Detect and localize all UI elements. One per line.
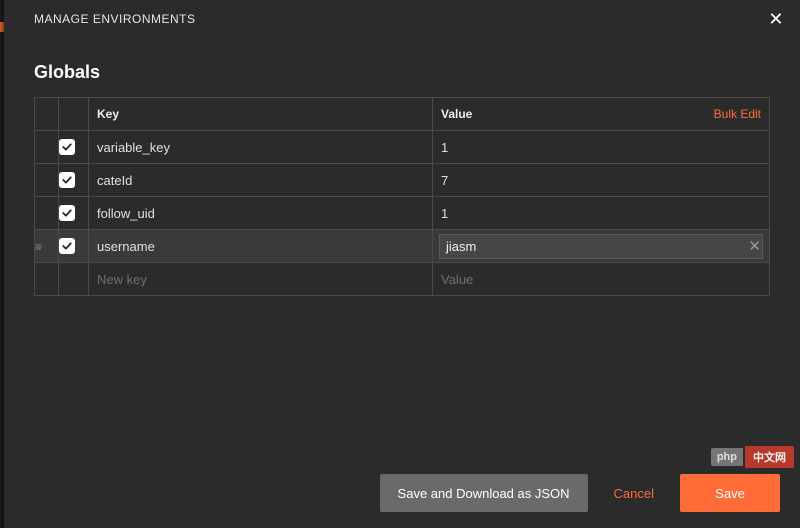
col-key-header: Key: [89, 98, 433, 131]
value-text: jiasm: [446, 239, 476, 254]
value-cell[interactable]: 7: [433, 164, 770, 197]
value-text: 1: [441, 140, 448, 155]
titlebar: MANAGE ENVIRONMENTS ✕: [4, 0, 800, 36]
key-text: follow_uid: [97, 206, 155, 221]
watermark: php 中文网: [711, 446, 794, 468]
col-value-header: Value Bulk Edit: [433, 98, 770, 131]
manage-environments-modal: MANAGE ENVIRONMENTS ✕ Globals Key Value …: [4, 0, 800, 528]
key-text: username: [97, 239, 155, 254]
table-body: variable_key 1 cateId 7: [35, 131, 770, 296]
modal-footer: Save and Download as JSON Cancel Save: [4, 458, 800, 528]
checkmark-icon: [59, 172, 75, 188]
save-download-button[interactable]: Save and Download as JSON: [380, 474, 588, 512]
checkbox-cell[interactable]: [59, 230, 89, 263]
drag-handle-cell: [35, 131, 59, 164]
cancel-button[interactable]: Cancel: [608, 474, 660, 512]
new-value-cell[interactable]: Value: [433, 263, 770, 296]
value-input[interactable]: jiasm: [439, 234, 763, 259]
new-key-cell[interactable]: New key: [89, 263, 433, 296]
close-icon[interactable]: ✕: [768, 10, 784, 28]
key-cell[interactable]: cateId: [89, 164, 433, 197]
watermark-text: 中文网: [745, 446, 794, 468]
checkbox-cell[interactable]: [59, 164, 89, 197]
value-cell[interactable]: jiasm ✕: [433, 230, 770, 263]
checkbox-cell[interactable]: [59, 197, 89, 230]
table-row-new: New key Value: [35, 263, 770, 296]
new-value-placeholder: Value: [441, 272, 473, 287]
table-row: ≡ username jiasm ✕: [35, 230, 770, 263]
table-header-row: Key Value Bulk Edit: [35, 98, 770, 131]
key-cell[interactable]: variable_key: [89, 131, 433, 164]
new-key-placeholder: New key: [97, 272, 147, 287]
checkmark-icon: [59, 205, 75, 221]
checkmark-icon: [59, 238, 75, 254]
key-cell[interactable]: username: [89, 230, 433, 263]
key-cell[interactable]: follow_uid: [89, 197, 433, 230]
drag-handle-cell[interactable]: ≡: [35, 230, 59, 263]
drag-handle-cell: [35, 164, 59, 197]
col-check-header: [59, 98, 89, 131]
drag-handle-cell: [35, 263, 59, 296]
globals-table: Key Value Bulk Edit variab: [34, 97, 770, 296]
value-header-label: Value: [441, 107, 472, 121]
modal-content: Globals Key Value Bulk Edit: [4, 36, 800, 458]
save-button[interactable]: Save: [680, 474, 780, 512]
key-text: cateId: [97, 173, 132, 188]
value-text: 1: [441, 206, 448, 221]
value-text: 7: [441, 173, 448, 188]
checkbox-cell: [59, 263, 89, 296]
checkmark-icon: [59, 139, 75, 155]
section-heading: Globals: [34, 62, 770, 83]
delete-row-icon[interactable]: ✕: [748, 237, 761, 255]
checkbox-cell[interactable]: [59, 131, 89, 164]
value-cell[interactable]: 1: [433, 131, 770, 164]
key-header-label: Key: [97, 107, 119, 121]
table-row: cateId 7: [35, 164, 770, 197]
watermark-badge: php: [711, 448, 743, 466]
table-row: follow_uid 1: [35, 197, 770, 230]
drag-handle-cell: [35, 197, 59, 230]
col-handle-header: [35, 98, 59, 131]
key-text: variable_key: [97, 140, 170, 155]
modal-title: MANAGE ENVIRONMENTS: [34, 12, 196, 26]
drag-handle-icon: ≡: [35, 240, 42, 254]
table-row: variable_key 1: [35, 131, 770, 164]
bulk-edit-link[interactable]: Bulk Edit: [714, 107, 761, 121]
value-cell[interactable]: 1: [433, 197, 770, 230]
